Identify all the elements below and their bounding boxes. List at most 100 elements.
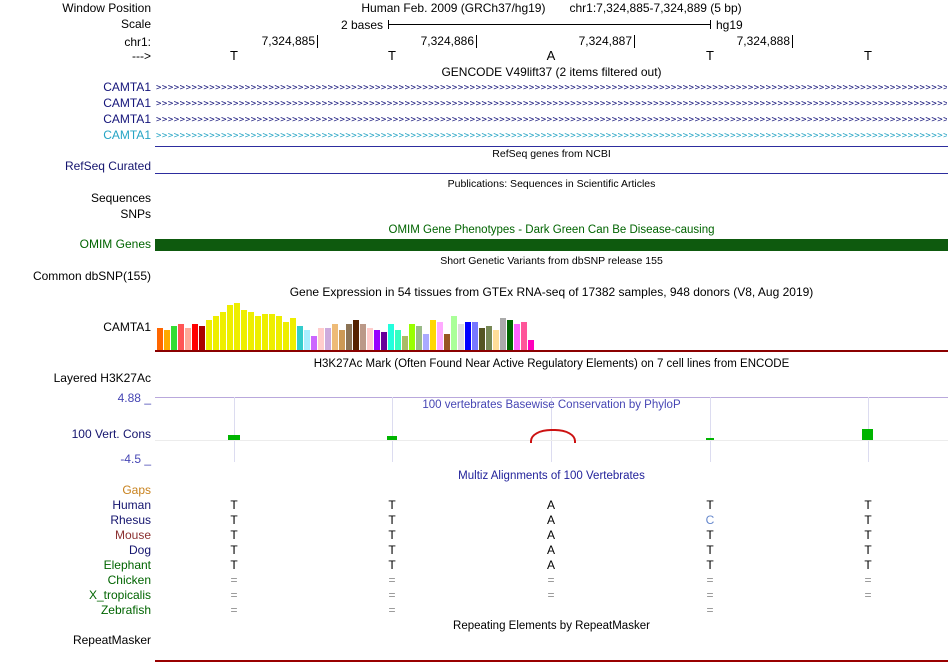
gtex-expression-bar[interactable]: [486, 326, 492, 350]
multiz-gaps-label[interactable]: Gaps: [0, 484, 151, 497]
gtex-expression-bar[interactable]: [178, 324, 184, 350]
gencode-transcript-label[interactable]: CAMTA1: [0, 97, 151, 110]
genome-browser-image: Window Position Human Feb. 2009 (GRCh37/…: [0, 0, 950, 664]
gtex-expression-bar[interactable]: [304, 330, 310, 350]
gtex-expression-bar[interactable]: [332, 324, 338, 350]
gtex-expression-bar[interactable]: [283, 322, 289, 350]
multiz-species-label-zebrafish[interactable]: Zebrafish: [0, 604, 151, 617]
gtex-expression-bar[interactable]: [164, 330, 170, 350]
common-dbsnp-label[interactable]: Common dbSNP(155): [0, 270, 151, 283]
gtex-expression-bar[interactable]: [458, 324, 464, 350]
gtex-expression-bar[interactable]: [500, 318, 506, 350]
gtex-expression-bar[interactable]: [409, 324, 415, 350]
gtex-expression-bar[interactable]: [444, 334, 450, 350]
gtex-expression-bar[interactable]: [353, 320, 359, 350]
gtex-expression-bar[interactable]: [157, 328, 163, 350]
reference-base-5: T: [864, 48, 872, 63]
gtex-expression-bar[interactable]: [493, 330, 499, 350]
gtex-expression-bar[interactable]: [472, 322, 478, 350]
gtex-expression-bar[interactable]: [255, 316, 261, 350]
multiz-base-chicken-1: =: [230, 573, 238, 587]
gtex-expression-bar[interactable]: [290, 318, 296, 350]
gtex-expression-bar[interactable]: [521, 322, 527, 350]
multiz-species-label-human[interactable]: Human: [0, 499, 151, 512]
gtex-expression-bar[interactable]: [437, 322, 443, 350]
gtex-expression-bar[interactable]: [220, 312, 226, 350]
gtex-track-title[interactable]: Gene Expression in 54 tissues from GTEx …: [155, 286, 948, 299]
window-position-title: Human Feb. 2009 (GRCh37/hg19) chr1:7,324,…: [155, 2, 948, 15]
gtex-expression-bar[interactable]: [318, 328, 324, 350]
gtex-expression-bar[interactable]: [171, 326, 177, 350]
gtex-expression-bar[interactable]: [297, 326, 303, 350]
publications-track-title[interactable]: Publications: Sequences in Scientific Ar…: [155, 178, 948, 191]
gtex-expression-bar[interactable]: [192, 324, 198, 350]
gtex-expression-bar[interactable]: [185, 328, 191, 350]
gencode-transcript-intron-arrows[interactable]: >>>>>>>>>>>>>>>>>>>>>>>>>>>>>>>>>>>>>>>>…: [156, 82, 947, 94]
reference-base-3: A: [546, 48, 556, 63]
omim-track-title[interactable]: OMIM Gene Phenotypes - Dark Green Can Be…: [155, 224, 948, 237]
multiz-species-label-mouse[interactable]: Mouse: [0, 529, 151, 542]
gencode-track-title[interactable]: GENCODE V49lift37 (2 items filtered out): [155, 66, 948, 79]
gtex-expression-bar[interactable]: [360, 324, 366, 350]
dbsnp-track-title[interactable]: Short Genetic Variants from dbSNP releas…: [155, 255, 948, 268]
gtex-expression-bar[interactable]: [388, 324, 394, 350]
snps-label[interactable]: SNPs: [0, 208, 151, 221]
gtex-expression-bar[interactable]: [430, 320, 436, 350]
phylop-track-title[interactable]: 100 vertebrates Basewise Conservation by…: [155, 399, 948, 412]
gencode-transcript-intron-arrows[interactable]: >>>>>>>>>>>>>>>>>>>>>>>>>>>>>>>>>>>>>>>>…: [156, 130, 947, 142]
refseq-curated-label[interactable]: RefSeq Curated: [0, 160, 151, 173]
gencode-transcript-label[interactable]: CAMTA1: [0, 129, 151, 142]
gtex-expression-bar[interactable]: [514, 324, 520, 350]
multiz-species-label-x_tropicalis[interactable]: X_tropicalis: [0, 589, 151, 602]
gtex-expression-bar[interactable]: [528, 340, 534, 350]
gtex-expression-bar[interactable]: [416, 326, 422, 350]
gtex-expression-bar[interactable]: [451, 316, 457, 350]
gtex-expression-bar[interactable]: [339, 330, 345, 350]
gtex-expression-bar[interactable]: [381, 332, 387, 350]
multiz-species-label-chicken[interactable]: Chicken: [0, 574, 151, 587]
gtex-expression-bar[interactable]: [311, 336, 317, 350]
repeatmasker-label[interactable]: RepeatMasker: [0, 634, 151, 647]
gtex-expression-bar[interactable]: [367, 328, 373, 350]
multiz-species-label-rhesus[interactable]: Rhesus: [0, 514, 151, 527]
gtex-expression-bar[interactable]: [206, 320, 212, 350]
gtex-expression-bar[interactable]: [248, 312, 254, 350]
gencode-transcript-label[interactable]: CAMTA1: [0, 113, 151, 126]
phylop-axis-max: 4.88 _: [117, 391, 151, 405]
gtex-expression-bar[interactable]: [479, 328, 485, 350]
gtex-expression-bar[interactable]: [276, 316, 282, 350]
gtex-expression-bar[interactable]: [395, 330, 401, 350]
gtex-expression-bar[interactable]: [402, 336, 408, 350]
gtex-expression-bar[interactable]: [234, 303, 240, 350]
gtex-expression-bar[interactable]: [241, 310, 247, 350]
multiz-species-label-elephant[interactable]: Elephant: [0, 559, 151, 572]
assembly-title: Human Feb. 2009 (GRCh37/hg19): [361, 1, 546, 15]
gtex-expression-bar[interactable]: [374, 330, 380, 350]
gtex-gene-label[interactable]: CAMTA1: [0, 321, 151, 334]
multiz-track-title[interactable]: Multiz Alignments of 100 Vertebrates: [155, 470, 948, 483]
gencode-transcript-label[interactable]: CAMTA1: [0, 81, 151, 94]
multiz-base-dog-2: T: [388, 543, 396, 557]
gtex-expression-bar[interactable]: [507, 320, 513, 350]
multiz-base-zebrafish-4: =: [706, 603, 714, 617]
gtex-expression-bar[interactable]: [213, 316, 219, 350]
gencode-transcript-intron-arrows[interactable]: >>>>>>>>>>>>>>>>>>>>>>>>>>>>>>>>>>>>>>>>…: [156, 114, 947, 126]
phylop-track-label[interactable]: 100 Vert. Cons: [0, 428, 151, 441]
gtex-expression-bar[interactable]: [423, 334, 429, 350]
omim-genes-label[interactable]: OMIM Genes: [0, 238, 151, 251]
refseq-track-title[interactable]: RefSeq genes from NCBI: [155, 148, 948, 161]
layered-h3k27ac-label[interactable]: Layered H3K27Ac: [0, 372, 151, 385]
gtex-expression-bar[interactable]: [262, 314, 268, 350]
omim-gene-bar[interactable]: [155, 239, 948, 251]
gtex-expression-bar[interactable]: [227, 305, 233, 350]
multiz-species-label-dog[interactable]: Dog: [0, 544, 151, 557]
gtex-expression-bar[interactable]: [269, 314, 275, 350]
gtex-expression-bar[interactable]: [346, 324, 352, 350]
sequences-label[interactable]: Sequences: [0, 192, 151, 205]
gtex-expression-bar[interactable]: [465, 322, 471, 350]
gtex-expression-bar[interactable]: [325, 328, 331, 350]
repeatmasker-track-title[interactable]: Repeating Elements by RepeatMasker: [155, 620, 948, 633]
gencode-transcript-intron-arrows[interactable]: >>>>>>>>>>>>>>>>>>>>>>>>>>>>>>>>>>>>>>>>…: [156, 98, 947, 110]
gtex-expression-bar[interactable]: [199, 326, 205, 350]
h3k27ac-track-title[interactable]: H3K27Ac Mark (Often Found Near Active Re…: [155, 358, 948, 371]
